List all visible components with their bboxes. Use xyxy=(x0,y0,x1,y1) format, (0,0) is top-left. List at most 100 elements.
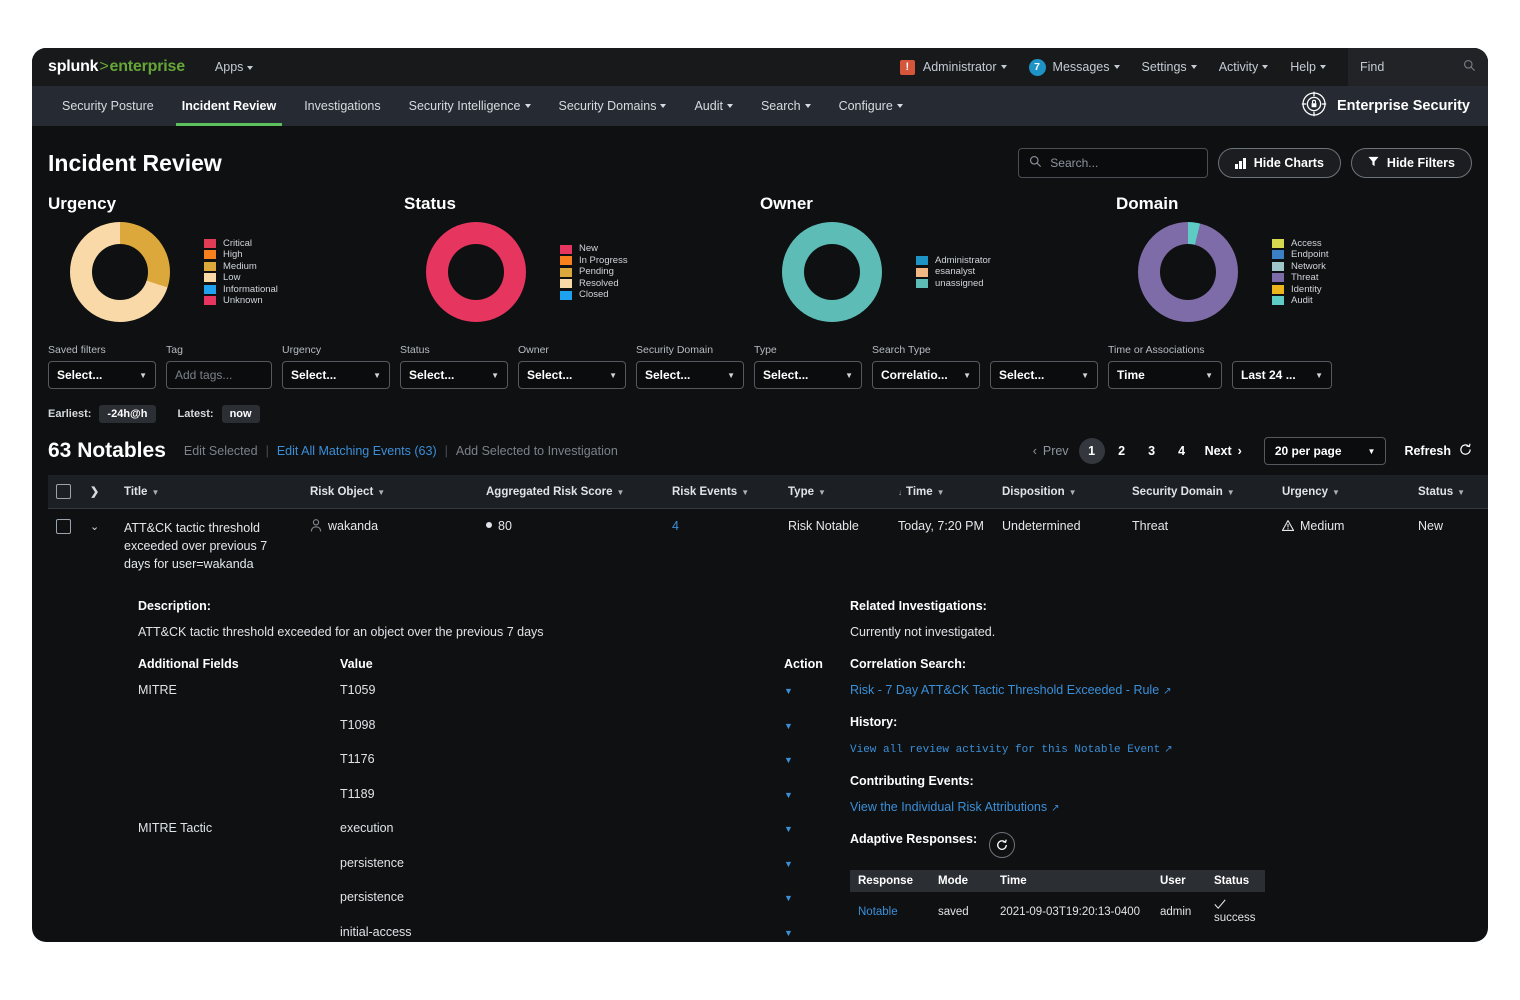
field-action[interactable]: ▼ xyxy=(784,890,808,925)
nav-item-audit[interactable]: Audit xyxy=(680,86,747,126)
table-row[interactable]: ⌄ ATT&CK tactic threshold exceeded over … xyxy=(48,509,1488,584)
nav-item-search[interactable]: Search xyxy=(747,86,825,126)
next-page-button[interactable]: Next › xyxy=(1199,444,1248,458)
nav-item-security-domains[interactable]: Security Domains xyxy=(545,86,681,126)
help-label: Help xyxy=(1290,60,1316,74)
help-menu[interactable]: Help xyxy=(1290,60,1326,74)
tag-input[interactable]: Add tags... xyxy=(166,361,272,389)
correlation-search-link[interactable]: Risk - 7 Day ATT&CK Tactic Threshold Exc… xyxy=(850,683,1159,697)
apps-menu[interactable]: Apps xyxy=(215,60,254,74)
hide-charts-button[interactable]: Hide Charts xyxy=(1218,148,1341,178)
select-all-checkbox[interactable] xyxy=(56,484,71,499)
field-name xyxy=(138,787,340,822)
find-placeholder: Find xyxy=(1360,60,1384,74)
nav-item-security-posture[interactable]: Security Posture xyxy=(48,86,168,126)
settings-menu[interactable]: Settings xyxy=(1142,60,1197,74)
legend-label: Network xyxy=(1291,261,1326,273)
row-expand-cell[interactable]: ⌄ xyxy=(82,509,116,584)
legend-swatch xyxy=(1272,262,1284,271)
find-input[interactable]: Find xyxy=(1348,48,1488,86)
refresh-button[interactable]: Refresh xyxy=(1404,443,1472,459)
field-row: T1098▼ xyxy=(138,718,808,753)
field-action[interactable]: ▼ xyxy=(784,683,808,718)
field-value: initial-access xyxy=(340,925,784,942)
search-type-secondary-select[interactable]: Select...▼ xyxy=(990,361,1098,389)
field-action[interactable]: ▼ xyxy=(784,821,808,856)
field-action[interactable]: ▼ xyxy=(784,787,808,822)
legend-label: Threat xyxy=(1291,272,1318,284)
owner-select[interactable]: Select...▼ xyxy=(518,361,626,389)
search-type-select[interactable]: Correlatio...▼ xyxy=(872,361,980,389)
chevron-down-icon: ▼ xyxy=(1227,488,1235,497)
page-button-4[interactable]: 4 xyxy=(1169,438,1195,464)
field-name xyxy=(138,856,340,891)
notables-count: 63 Notables xyxy=(48,439,166,463)
chevron-down-icon: ▼ xyxy=(1332,488,1340,497)
prev-label: Prev xyxy=(1043,444,1069,458)
description-text: ATT&CK tactic threshold exceeded for an … xyxy=(138,625,808,639)
nav-item-incident-review[interactable]: Incident Review xyxy=(168,86,290,126)
legend-label: Resolved xyxy=(579,278,619,290)
field-action[interactable]: ▼ xyxy=(784,856,808,891)
latest-value[interactable]: now xyxy=(222,405,260,423)
page-button-3[interactable]: 3 xyxy=(1139,438,1165,464)
field-action[interactable]: ▼ xyxy=(784,752,808,787)
administrator-menu[interactable]: ! Administrator xyxy=(900,60,1007,75)
nav-item-configure[interactable]: Configure xyxy=(825,86,917,126)
messages-menu[interactable]: 7 Messages xyxy=(1029,59,1120,76)
page-button-1[interactable]: 1 xyxy=(1079,438,1105,464)
chevron-down-icon: ▼ xyxy=(937,488,945,497)
column-header-title[interactable]: Title▼ xyxy=(116,475,302,509)
chevron-down-icon: ▼ xyxy=(1315,371,1323,380)
time-range-select[interactable]: Last 24 ...▼ xyxy=(1232,361,1332,389)
column-header-type[interactable]: Type▼ xyxy=(780,475,890,509)
chevron-down-icon: ▼ xyxy=(784,721,793,731)
page-header-controls: Search... Hide Charts Hide Filters xyxy=(1018,148,1472,178)
expand-all-header[interactable]: ❯ xyxy=(82,475,116,509)
saved-filters-select[interactable]: Select...▼ xyxy=(48,361,156,389)
edit-selected-link[interactable]: Edit Selected xyxy=(184,444,258,458)
prev-page-button[interactable]: ‹ Prev xyxy=(1027,444,1075,458)
add-selected-to-investigation-link[interactable]: Add Selected to Investigation xyxy=(456,444,618,458)
filter-label: Urgency xyxy=(282,344,390,356)
column-header-security-domain[interactable]: Security Domain▼ xyxy=(1124,475,1274,509)
edit-all-matching-link[interactable]: Edit All Matching Events (63) xyxy=(277,444,437,458)
status-select[interactable]: Select...▼ xyxy=(400,361,508,389)
field-action[interactable]: ▼ xyxy=(784,925,808,942)
column-header-risk-events[interactable]: Risk Events▼ xyxy=(664,475,780,509)
latest-label: Latest: xyxy=(178,408,214,420)
page-button-2[interactable]: 2 xyxy=(1109,438,1135,464)
chevron-left-icon: ‹ xyxy=(1033,444,1037,458)
column-header-urgency[interactable]: Urgency▼ xyxy=(1274,475,1410,509)
nav-item-security-intelligence[interactable]: Security Intelligence xyxy=(395,86,545,126)
security-domain-select[interactable]: Select...▼ xyxy=(636,361,744,389)
search-input[interactable]: Search... xyxy=(1018,148,1208,178)
nav-item-investigations[interactable]: Investigations xyxy=(290,86,394,126)
history-link[interactable]: View all review activity for this Notabl… xyxy=(850,744,1160,756)
earliest-value[interactable]: -24h@h xyxy=(99,405,155,423)
pagination: ‹ Prev 1 2 3 4 Next › 20 per page ▼ Refr… xyxy=(1027,437,1472,465)
chart-domain: Domain Access Endpoint Network Threat Id… xyxy=(1116,194,1472,322)
risk-events-link[interactable]: 4 xyxy=(672,519,679,533)
row-checkbox[interactable] xyxy=(56,519,71,534)
type-select[interactable]: Select...▼ xyxy=(754,361,862,389)
column-header-disposition[interactable]: Disposition▼ xyxy=(994,475,1124,509)
column-header-risk-object[interactable]: Risk Object▼ xyxy=(302,475,478,509)
column-label: Title xyxy=(124,486,147,498)
hide-filters-button[interactable]: Hide Filters xyxy=(1351,148,1472,178)
adaptive-response-link[interactable]: Notable xyxy=(858,906,898,918)
select-all-header[interactable] xyxy=(48,475,82,509)
urgency-select[interactable]: Select...▼ xyxy=(282,361,390,389)
contributing-events-link[interactable]: View the Individual Risk Attributions xyxy=(850,800,1047,814)
activity-menu[interactable]: Activity xyxy=(1219,60,1269,74)
column-header-aggregated-risk-score[interactable]: Aggregated Risk Score▼ xyxy=(478,475,664,509)
time-or-associations-select[interactable]: Time▼ xyxy=(1108,361,1222,389)
splunk-logo[interactable]: splunk>enterprise xyxy=(48,58,185,76)
row-select-cell[interactable] xyxy=(48,509,82,584)
filter-funnel-icon xyxy=(1368,156,1379,170)
field-action[interactable]: ▼ xyxy=(784,718,808,753)
column-header-time[interactable]: ↓Time▼ xyxy=(890,475,994,509)
column-header-status[interactable]: Status▼ xyxy=(1410,475,1488,509)
field-value: persistence xyxy=(340,890,784,925)
per-page-select[interactable]: 20 per page ▼ xyxy=(1264,437,1387,465)
